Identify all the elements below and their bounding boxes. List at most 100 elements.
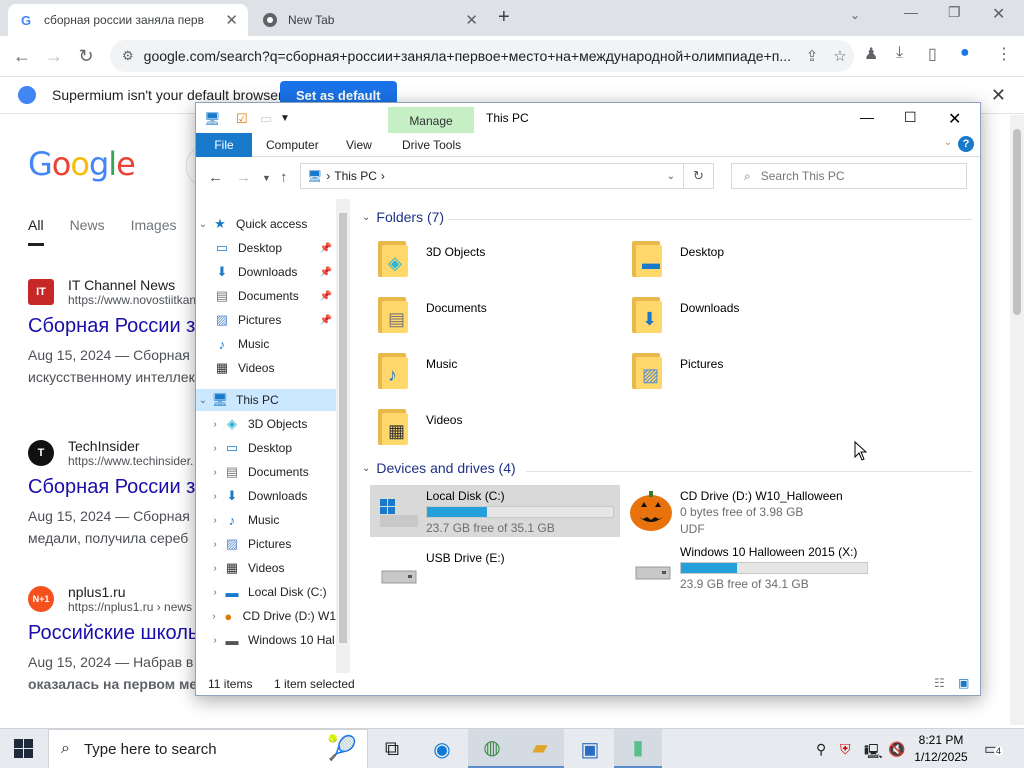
back-icon[interactable]: ← (6, 46, 38, 67)
help-icon[interactable]: ? (958, 136, 974, 152)
close-icon[interactable]: ✕ (465, 11, 478, 29)
back-icon[interactable]: ← (208, 169, 223, 186)
search-input[interactable]: ⌕ Search This PC (731, 163, 967, 189)
result-url[interactable]: https://www.novostiitkan (68, 293, 196, 307)
extensions-icon[interactable]: ♟ (864, 44, 878, 64)
folder-downloads[interactable]: ⬇ Downloads (610, 293, 850, 343)
chevron-right-icon[interactable]: › (208, 515, 222, 526)
chevron-down-icon[interactable]: ⌄ (362, 463, 370, 474)
tab-all[interactable]: All (28, 217, 44, 246)
notification-icon[interactable]: ▭ 4 (984, 739, 1004, 759)
nav-quick-downloads[interactable]: ⬇ Downloads 📌 (196, 261, 336, 283)
tab-file[interactable]: File (196, 133, 252, 157)
address-bar[interactable]: 🖥 › This PC › ⌄ (300, 163, 684, 189)
details-view-icon[interactable]: ☷ (934, 676, 945, 690)
chevron-down-icon[interactable]: ⌄ (667, 171, 675, 182)
nav-quick-desktop[interactable]: ▭ Desktop 📌 (196, 237, 336, 259)
close-window-button[interactable]: ✕ (992, 4, 1005, 24)
group-header-devices[interactable]: ⌄ Devices and drives (4) (362, 460, 516, 476)
star-icon[interactable]: ☆ (826, 47, 854, 65)
supermium-icon[interactable]: ◍ (468, 729, 516, 768)
google-logo[interactable]: Google (28, 145, 136, 183)
url-text[interactable]: google.com/search?q=сборная+россии+занял… (144, 48, 798, 64)
breadcrumb[interactable]: This PC (334, 169, 377, 183)
nav-scrollbar[interactable] (336, 199, 350, 673)
tab-drive-tools[interactable]: Drive Tools (402, 138, 461, 152)
result-url[interactable]: https://www.techinsider. (68, 454, 193, 468)
result-url[interactable]: https://nplus1.ru › news (68, 600, 192, 614)
file-explorer-icon[interactable]: ▰ (516, 729, 564, 768)
drive-usb-e[interactable]: USB Drive (E:) (370, 547, 620, 599)
share-icon[interactable]: ⇪ (798, 47, 826, 65)
nav-quick-videos[interactable]: ▦ Videos (196, 357, 336, 379)
folder-videos[interactable]: ▦ Videos (356, 405, 596, 455)
tab-new-tab[interactable]: New Tab ✕ (252, 4, 488, 36)
refresh-icon[interactable]: ↻ (684, 163, 714, 189)
tab-computer[interactable]: Computer (266, 138, 319, 152)
nav-pc-item[interactable]: › ▦ Videos (196, 557, 336, 579)
clock[interactable]: 8:21 PM 1/12/2025 (910, 732, 972, 766)
scroll-thumb[interactable] (1013, 129, 1021, 315)
tab-images[interactable]: Images (131, 217, 177, 246)
close-window-button[interactable]: ✕ (948, 109, 961, 129)
nav-quick-documents[interactable]: ▤ Documents 📌 (196, 285, 336, 307)
close-icon[interactable]: ✕ (225, 11, 238, 29)
reload-icon[interactable]: ↻ (70, 46, 102, 67)
forward-icon[interactable]: → (236, 169, 251, 186)
scroll-thumb[interactable] (339, 213, 347, 643)
chevron-right-icon[interactable]: › (208, 563, 222, 574)
up-icon[interactable]: ↑ (280, 169, 288, 186)
network-icon[interactable]: 🖳 (864, 741, 883, 765)
pin-icon[interactable]: 📌 (320, 243, 332, 254)
tab-view[interactable]: View (346, 138, 372, 152)
folder-3d-objects[interactable]: ◈ 3D Objects (356, 237, 596, 287)
start-button[interactable] (14, 739, 34, 759)
close-icon[interactable]: ✕ (991, 85, 1006, 106)
chevron-right-icon[interactable]: › (208, 587, 222, 598)
tab-google-search[interactable]: G сборная россии заняла перв ✕ (8, 4, 248, 36)
chevron-right-icon[interactable]: › (208, 419, 222, 430)
result-site[interactable]: IT Channel News (68, 277, 196, 293)
folder-desktop[interactable]: ▬ Desktop (610, 237, 850, 287)
chevron-down-icon[interactable]: ⌄ (362, 212, 370, 223)
nav-quick-pictures[interactable]: ▨ Pictures 📌 (196, 309, 336, 331)
pin-icon[interactable]: 📌 (320, 267, 332, 278)
store-icon[interactable]: ▣ (566, 729, 614, 768)
recent-chevron-icon[interactable]: ▼ (262, 173, 271, 183)
profile-icon[interactable]: ● (960, 44, 970, 62)
security-icon[interactable]: ⛨ (840, 741, 851, 758)
chevron-right-icon[interactable]: › (208, 467, 222, 478)
pin-icon[interactable]: 📌 (320, 315, 332, 326)
large-icons-view-icon[interactable]: ▣ (958, 676, 969, 690)
forward-icon[interactable]: → (38, 46, 70, 67)
expand-icon[interactable]: ⌄ (196, 395, 210, 406)
minimize-button[interactable]: — (904, 4, 918, 20)
tab-search-icon[interactable]: ⌄ (850, 8, 860, 22)
nav-pc-item[interactable]: › ▭ Desktop (196, 437, 336, 459)
group-header-folders[interactable]: ⌄ Folders (7) (362, 209, 444, 225)
nav-pc-item[interactable]: › ▨ Pictures (196, 533, 336, 555)
nav-quick-music[interactable]: ♪ Music (196, 333, 336, 355)
properties-icon[interactable]: ☑ (236, 111, 248, 127)
download-icon[interactable]: ⤓ (896, 44, 903, 62)
nav-pc-item[interactable]: › ▬ Windows 10 Hal (196, 629, 336, 651)
result-site[interactable]: TechInsider (68, 438, 193, 454)
side-panel-icon[interactable]: ▯ (928, 44, 937, 64)
new-folder-icon[interactable]: ▭ (260, 111, 272, 127)
nav-pc-item[interactable]: › ▤ Documents (196, 461, 336, 483)
nav-pc-item[interactable]: › ◈ 3D Objects (196, 413, 336, 435)
chevron-right-icon[interactable]: › (208, 491, 222, 502)
folder-music[interactable]: ♪ Music (356, 349, 596, 399)
result-site[interactable]: nplus1.ru (68, 584, 192, 600)
site-info-icon[interactable]: ⚙ (122, 48, 134, 64)
usb-icon[interactable]: ⚲ (816, 741, 826, 758)
nav-pc-item[interactable]: › ● CD Drive (D:) W1 (196, 605, 336, 627)
nav-pc-item[interactable]: › ⬇ Downloads (196, 485, 336, 507)
page-scrollbar[interactable] (1010, 115, 1024, 725)
edge-icon[interactable]: ◉ (418, 729, 466, 768)
expand-icon[interactable]: ⌄ (196, 219, 210, 230)
volume-muted-icon[interactable]: 🔇 (888, 741, 905, 758)
tab-manage[interactable]: Manage (388, 107, 474, 135)
chevron-right-icon[interactable]: › (208, 443, 222, 454)
chevron-down-icon[interactable]: ▼ (280, 113, 290, 124)
